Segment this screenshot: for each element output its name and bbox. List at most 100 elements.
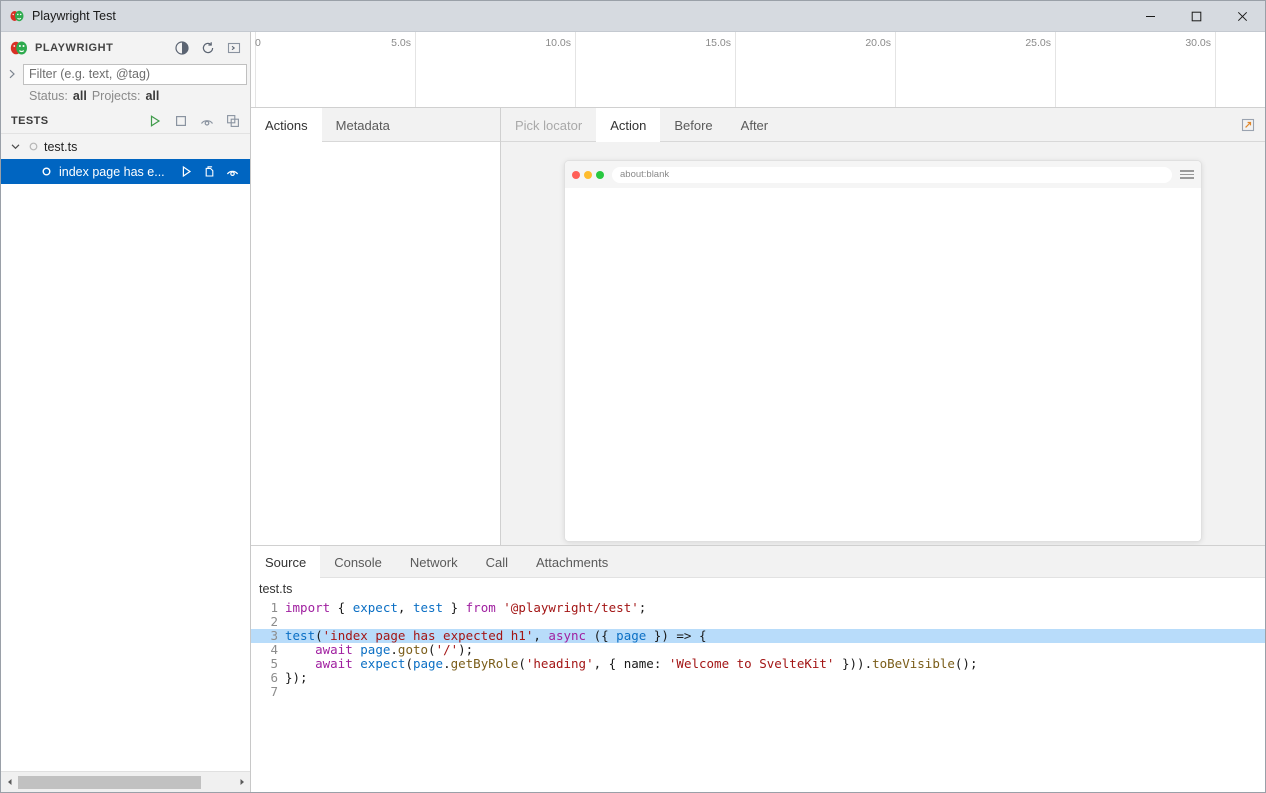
open-external-icon[interactable] xyxy=(1231,108,1265,142)
code-line: 5 await expect(page.getByRole('heading',… xyxy=(251,657,1265,671)
collapse-all-icon[interactable] xyxy=(222,110,244,132)
tree-row-file[interactable]: test.ts xyxy=(1,134,250,159)
code-line: 1import { expect, test } from '@playwrig… xyxy=(251,601,1265,615)
scrollbar-track[interactable] xyxy=(18,772,233,793)
tab-call[interactable]: Call xyxy=(472,546,522,578)
filter-input[interactable] xyxy=(23,64,247,85)
timeline-cell: 15.0s xyxy=(576,32,736,107)
tab-pick-locator[interactable]: Pick locator xyxy=(501,108,596,142)
status-label: Status: xyxy=(29,89,68,103)
sidebar-header: PLAYWRIGHT xyxy=(1,35,250,61)
code-text xyxy=(285,615,1265,629)
playwright-logo-icon xyxy=(9,39,29,57)
reload-icon[interactable] xyxy=(198,38,218,58)
tests-header-label: TESTS xyxy=(11,115,144,127)
app-body: PLAYWRIGHT xyxy=(1,32,1265,792)
test-tree: test.ts index page has e... xyxy=(1,134,250,771)
code-line: 2 xyxy=(251,615,1265,629)
preview-tabgroup: Pick locator Action Before After xyxy=(501,108,1265,142)
stop-icon[interactable] xyxy=(170,110,192,132)
line-number: 7 xyxy=(251,685,285,699)
theme-toggle-icon[interactable] xyxy=(172,38,192,58)
show-source-icon[interactable] xyxy=(199,162,219,182)
timeline-cell: 30.0s xyxy=(1056,32,1216,107)
tab-after[interactable]: After xyxy=(727,108,782,142)
source-code-view[interactable]: 1import { expect, test } from '@playwrig… xyxy=(251,600,1265,792)
title-bar: Playwright Test xyxy=(1,1,1265,32)
sidebar: PLAYWRIGHT xyxy=(1,32,251,792)
timeline-tick-label: 15.0s xyxy=(705,37,731,49)
line-number: 3 xyxy=(251,629,285,643)
tree-row-test[interactable]: index page has e... xyxy=(1,159,250,184)
timeline-tick-label: 10.0s xyxy=(545,37,571,49)
tabstrip-spacer xyxy=(782,108,1231,142)
chevron-right-icon[interactable] xyxy=(1,63,23,85)
run-all-icon[interactable] xyxy=(144,110,166,132)
sidebar-brand: PLAYWRIGHT xyxy=(35,42,166,54)
maximize-dot-icon xyxy=(596,171,604,179)
scroll-right-icon[interactable] xyxy=(233,772,250,793)
code-text: test('index page has expected h1', async… xyxy=(285,629,1265,643)
projects-value[interactable]: all xyxy=(145,89,159,103)
watch-test-icon[interactable] xyxy=(222,162,242,182)
timeline[interactable]: 0 5.0s 10.0s 15.0s 20.0s 25.0s 3 xyxy=(251,32,1265,108)
actions-list[interactable] xyxy=(251,142,501,545)
line-number: 6 xyxy=(251,671,285,685)
timeline-cell: 20.0s xyxy=(736,32,896,107)
tab-metadata[interactable]: Metadata xyxy=(322,108,404,142)
chevron-down-icon[interactable] xyxy=(7,139,23,155)
code-line: 3test('index page has expected h1', asyn… xyxy=(251,629,1265,643)
app-window: Playwright Test xyxy=(0,0,1266,793)
window-controls xyxy=(1127,1,1265,32)
terminal-icon[interactable] xyxy=(224,38,244,58)
actions-tabgroup: Actions Metadata xyxy=(251,108,501,142)
close-button[interactable] xyxy=(1219,1,1265,32)
maximize-button[interactable] xyxy=(1173,1,1219,32)
code-line: 4 await page.goto('/'); xyxy=(251,643,1265,657)
tests-toolbar xyxy=(144,110,244,132)
tab-console[interactable]: Console xyxy=(320,546,396,578)
tab-action[interactable]: Action xyxy=(596,108,660,142)
tree-row-tools xyxy=(176,162,250,182)
tab-actions[interactable]: Actions xyxy=(251,108,322,142)
scrollbar-thumb[interactable] xyxy=(18,776,201,789)
watch-icon[interactable] xyxy=(196,110,218,132)
tab-before[interactable]: Before xyxy=(660,108,726,142)
scroll-left-icon[interactable] xyxy=(1,772,18,793)
tab-network[interactable]: Network xyxy=(396,546,472,578)
hamburger-menu-icon[interactable] xyxy=(1180,170,1194,179)
mock-browser: about:blank xyxy=(564,160,1202,542)
timeline-tick-label: 5.0s xyxy=(391,37,411,49)
code-text: import { expect, test } from '@playwrigh… xyxy=(285,601,1265,615)
close-dot-icon xyxy=(572,171,580,179)
tab-source[interactable]: Source xyxy=(251,546,320,578)
line-number: 4 xyxy=(251,643,285,657)
filter-row xyxy=(1,61,250,85)
window-title: Playwright Test xyxy=(32,9,1127,23)
status-value[interactable]: all xyxy=(73,89,87,103)
timeline-tick-label: 25.0s xyxy=(1025,37,1051,49)
timeline-cell: 25.0s xyxy=(896,32,1056,107)
projects-label: Projects: xyxy=(92,89,141,103)
minimize-dot-icon xyxy=(584,171,592,179)
playwright-masks-icon xyxy=(9,8,25,24)
status-none-icon xyxy=(28,141,39,152)
mock-url-bar[interactable]: about:blank xyxy=(612,167,1172,183)
preview-pane: about:blank xyxy=(501,142,1265,545)
source-filename: test.ts xyxy=(251,578,1265,600)
minimize-button[interactable] xyxy=(1127,1,1173,32)
mock-browser-chrome: about:blank xyxy=(565,161,1201,188)
bottom-tabstrip: Source Console Network Call Attachments xyxy=(251,546,1265,578)
tree-test-label: index page has e... xyxy=(59,165,169,179)
timeline-cell xyxy=(1216,32,1265,107)
run-test-icon[interactable] xyxy=(176,162,196,182)
main-area: 0 5.0s 10.0s 15.0s 20.0s 25.0s 3 xyxy=(251,32,1265,792)
tab-attachments[interactable]: Attachments xyxy=(522,546,622,578)
timeline-tick-label: 30.0s xyxy=(1185,37,1211,49)
sidebar-horizontal-scrollbar[interactable] xyxy=(1,771,250,792)
line-number: 2 xyxy=(251,615,285,629)
code-text: await expect(page.getByRole('heading', {… xyxy=(285,657,1265,671)
upper-tabstrip: Actions Metadata Pick locator Action Bef… xyxy=(251,108,1265,142)
code-line: 7 xyxy=(251,685,1265,699)
code-line: 6}); xyxy=(251,671,1265,685)
